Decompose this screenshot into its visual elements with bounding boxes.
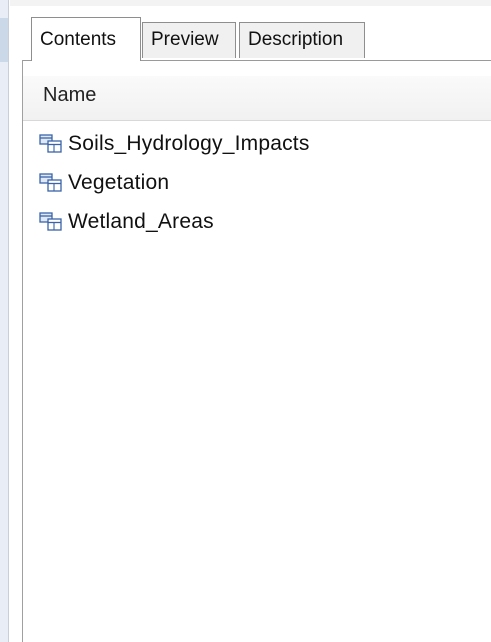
tab-description-label: Description <box>248 29 344 50</box>
layer-group-icon <box>39 133 62 153</box>
tab-contents[interactable]: Contents <box>31 17 141 61</box>
column-header-name[interactable]: Name <box>23 76 491 121</box>
tab-preview[interactable]: Preview <box>142 22 236 58</box>
list-item-label: Soils_Hydrology_Impacts <box>68 131 310 155</box>
list-item[interactable]: Wetland_Areas <box>38 202 488 241</box>
tab-preview-label: Preview <box>151 29 219 50</box>
list-item[interactable]: Soils_Hydrology_Impacts <box>38 124 488 163</box>
left-pane-edge[interactable] <box>0 0 10 642</box>
catalog-window: Contents Preview Description Name Soils_… <box>0 0 491 642</box>
pane-border <box>22 60 23 642</box>
top-strip <box>10 0 491 6</box>
list-item-label: Wetland_Areas <box>68 209 214 233</box>
tab-description[interactable]: Description <box>239 22 365 58</box>
list-item[interactable]: Vegetation <box>38 163 488 202</box>
contents-list: Soils_Hydrology_Impacts Vegetation Wetla… <box>38 124 488 241</box>
column-header-name-label: Name <box>43 84 97 106</box>
tab-contents-label: Contents <box>40 29 117 50</box>
layer-group-icon <box>39 172 62 192</box>
layer-group-icon <box>39 211 62 231</box>
list-item-label: Vegetation <box>68 170 170 194</box>
left-pane-accent <box>0 18 8 62</box>
